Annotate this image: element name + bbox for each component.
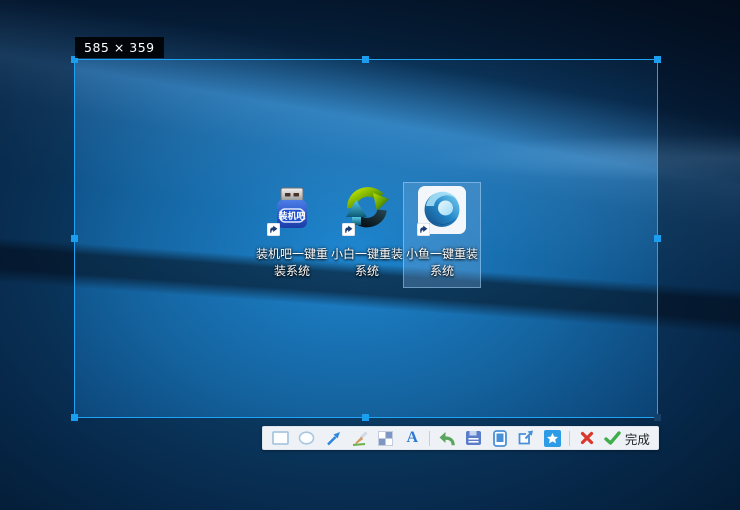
save-button[interactable] bbox=[464, 428, 483, 448]
confirm-check-icon bbox=[604, 431, 621, 445]
undo-icon bbox=[438, 431, 456, 446]
arrow-icon bbox=[326, 431, 341, 446]
capture-selection-region[interactable] bbox=[74, 59, 658, 418]
rectangle-tool-button[interactable] bbox=[271, 428, 290, 448]
arrow-tool-button[interactable] bbox=[324, 428, 343, 448]
done-button[interactable]: 完成 bbox=[604, 429, 650, 448]
cancel-button[interactable] bbox=[577, 428, 596, 448]
cancel-x-icon bbox=[580, 431, 594, 445]
resize-handle-top-middle[interactable] bbox=[362, 56, 369, 63]
mosaic-tool-button[interactable] bbox=[376, 428, 395, 448]
resize-handle-bottom-right[interactable] bbox=[654, 414, 661, 421]
toolbar-separator bbox=[569, 431, 570, 446]
clipboard-device-icon bbox=[493, 430, 507, 447]
save-floppy-icon bbox=[465, 430, 482, 446]
resize-handle-bottom-middle[interactable] bbox=[362, 414, 369, 421]
resize-handle-middle-left[interactable] bbox=[71, 235, 78, 242]
selection-size-label: 585 × 359 bbox=[75, 37, 164, 58]
share-button[interactable] bbox=[516, 428, 535, 448]
text-tool-icon: A bbox=[406, 430, 418, 446]
star-icon bbox=[544, 430, 561, 447]
brush-icon bbox=[351, 431, 368, 446]
toolbar-separator bbox=[429, 431, 430, 446]
screenshot-toolbar: A bbox=[262, 426, 659, 450]
pin-favorite-button[interactable] bbox=[543, 428, 562, 448]
resize-handle-bottom-left[interactable] bbox=[71, 414, 78, 421]
ellipse-icon bbox=[298, 431, 315, 445]
ellipse-tool-button[interactable] bbox=[297, 428, 316, 448]
undo-button[interactable] bbox=[437, 428, 456, 448]
rectangle-icon bbox=[272, 431, 289, 445]
done-button-label: 完成 bbox=[625, 429, 650, 448]
share-icon bbox=[517, 430, 534, 446]
brush-tool-button[interactable] bbox=[350, 428, 369, 448]
copy-to-clipboard-button[interactable] bbox=[490, 428, 509, 448]
resize-handle-middle-right[interactable] bbox=[654, 235, 661, 242]
text-tool-button[interactable]: A bbox=[403, 428, 422, 448]
mosaic-icon bbox=[378, 431, 393, 446]
resize-handle-top-right[interactable] bbox=[654, 56, 661, 63]
